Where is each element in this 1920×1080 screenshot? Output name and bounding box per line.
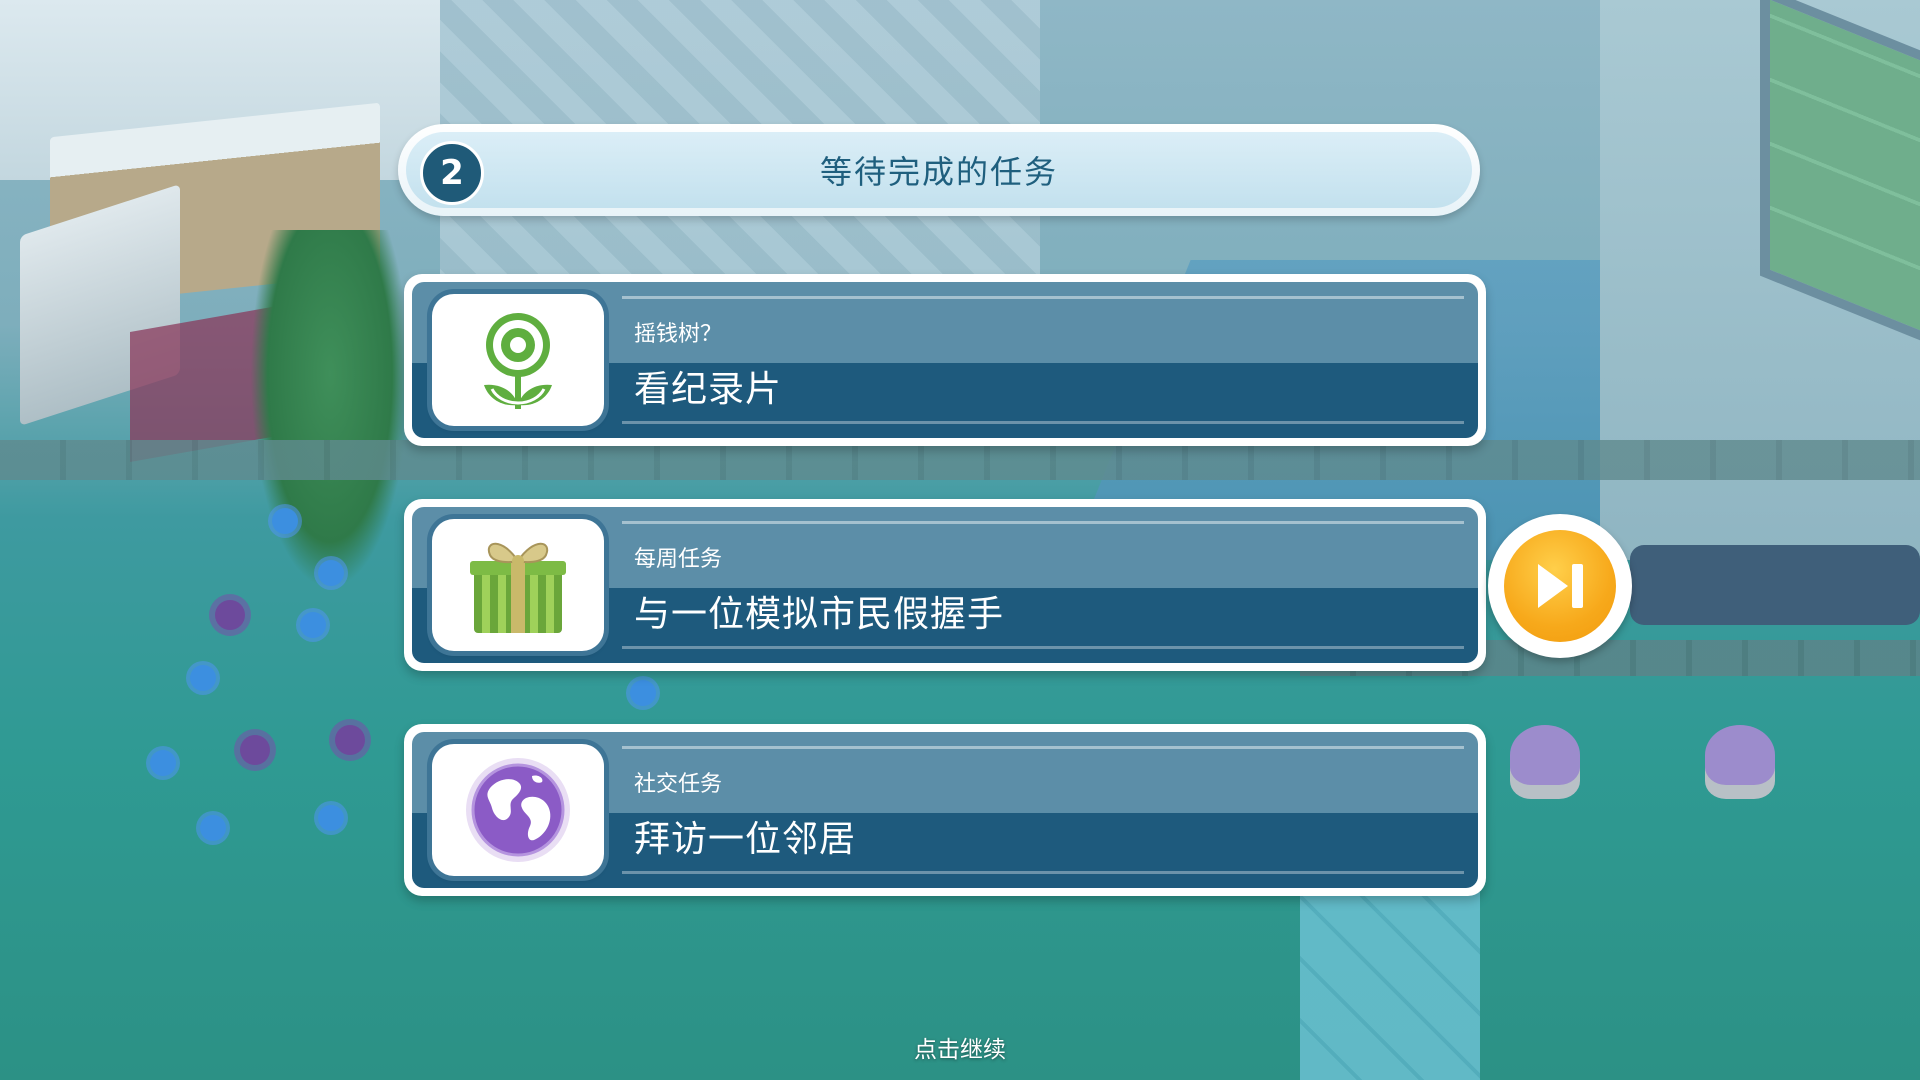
- task-category: 每周任务: [634, 547, 723, 572]
- divider: [622, 521, 1464, 524]
- header-inner: 2 等待完成的任务: [406, 132, 1472, 208]
- garden-flower: [318, 805, 344, 831]
- skip-button-face: [1504, 530, 1616, 642]
- task-text: 与一位模拟市民假握手: [634, 594, 1005, 635]
- garden-flower: [240, 735, 270, 765]
- globe-icon: [466, 758, 570, 862]
- potted-plant: [250, 230, 410, 590]
- task-icon-frame: [432, 294, 604, 426]
- task-icon-frame: [432, 744, 604, 876]
- pending-count-badge: 2: [420, 141, 484, 205]
- divider: [622, 296, 1464, 299]
- task-card[interactable]: 每周任务 与一位模拟市民假握手: [404, 499, 1486, 671]
- garden-flower: [200, 815, 226, 841]
- skip-task-button[interactable]: [1488, 514, 1632, 658]
- divider: [622, 646, 1464, 649]
- garden-flower: [272, 508, 298, 534]
- task-icon-frame: [432, 519, 604, 651]
- divider: [622, 746, 1464, 749]
- garden-flower: [630, 680, 656, 706]
- garden-flower: [335, 725, 365, 755]
- sofa: [1630, 545, 1920, 625]
- gift-icon: [470, 542, 566, 633]
- task-category: 摇钱树？: [634, 322, 723, 347]
- garden-flower: [318, 560, 344, 586]
- task-text: 拜访一位邻居: [634, 819, 857, 860]
- garden-flower: [150, 750, 176, 776]
- garden-flower: [190, 665, 216, 691]
- pending-tasks-header: 2 等待完成的任务: [398, 124, 1480, 216]
- task-card-body: 摇钱树？ 看纪录片: [412, 282, 1478, 438]
- flower-pot: [1705, 725, 1775, 785]
- task-card-body: 每周任务 与一位模拟市民假握手: [412, 507, 1478, 663]
- task-card[interactable]: 社交任务 拜访一位邻居: [404, 724, 1486, 896]
- task-card[interactable]: 摇钱树？ 看纪录片: [404, 274, 1486, 446]
- garden-fence: [0, 440, 1920, 480]
- divider: [622, 871, 1464, 874]
- skip-forward-icon: [1538, 564, 1583, 608]
- flower-pot: [1510, 725, 1580, 785]
- task-text: 看纪录片: [634, 369, 783, 410]
- task-category: 社交任务: [634, 772, 723, 797]
- garden-flower: [300, 612, 326, 638]
- page-title: 等待完成的任务: [819, 153, 1058, 191]
- divider: [622, 421, 1464, 424]
- task-card-body: 社交任务 拜访一位邻居: [412, 732, 1478, 888]
- garden-flower: [215, 600, 245, 630]
- flower-icon: [484, 313, 552, 409]
- tap-to-continue-hint[interactable]: 点击继续: [0, 1030, 1920, 1064]
